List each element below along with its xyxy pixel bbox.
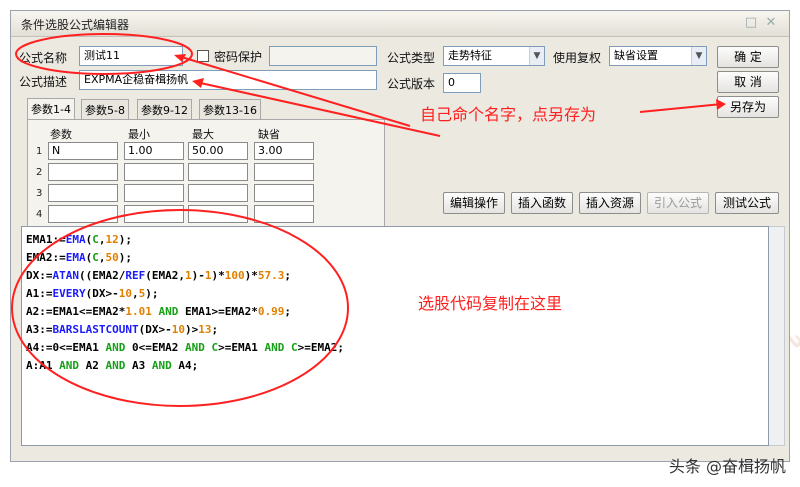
annotation-overlay bbox=[11, 33, 726, 407]
arrowhead-icon bbox=[192, 78, 204, 88]
name-hint-text: 自己命个名字，点另存为 bbox=[420, 105, 597, 124]
name-highlight-ellipse bbox=[15, 33, 193, 75]
footer-watermark: 头条 @奋楫扬帆 bbox=[668, 457, 786, 476]
code-hint-text: 选股代码复制在这里 bbox=[418, 294, 563, 313]
code-highlight-ellipse bbox=[11, 209, 349, 407]
arrow-to-save-as bbox=[639, 103, 723, 113]
arrowhead-icon bbox=[716, 99, 726, 110]
arrow-to-desc bbox=[195, 81, 441, 137]
arrow-to-name bbox=[177, 55, 411, 127]
